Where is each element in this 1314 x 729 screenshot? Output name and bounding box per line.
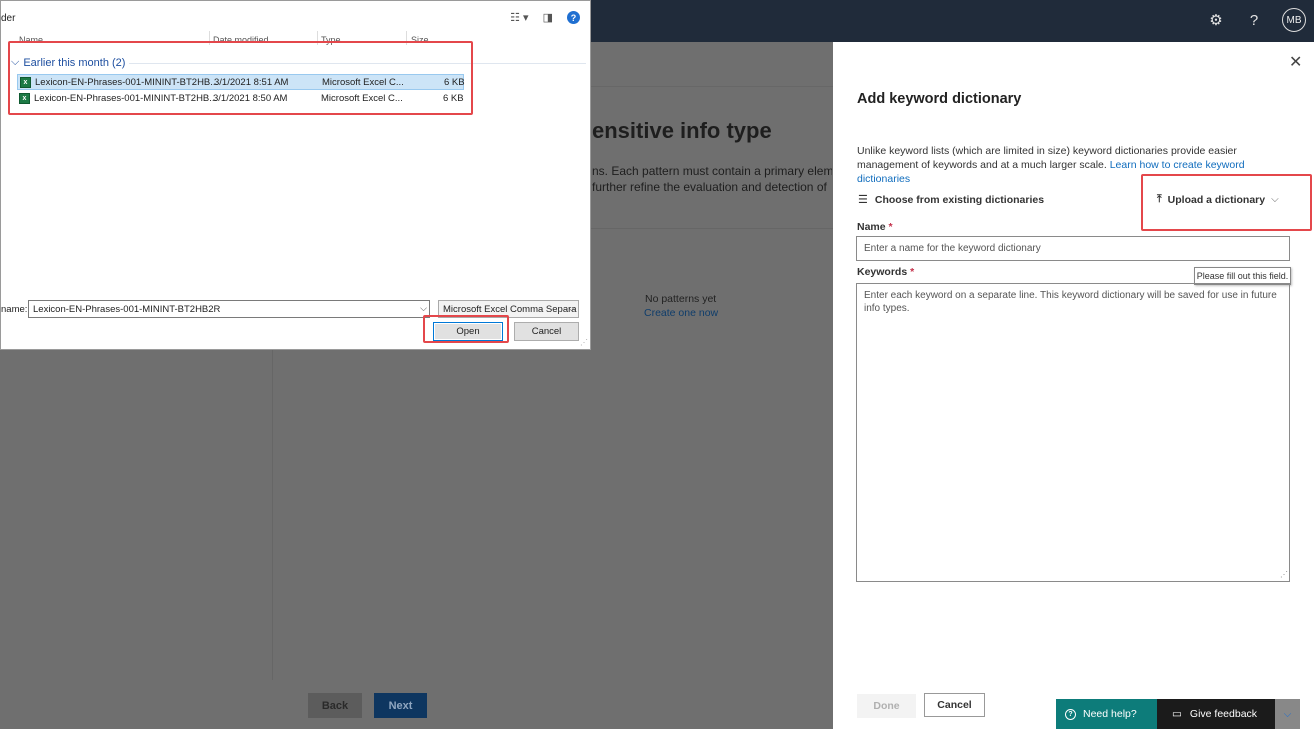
description-line-2: further refine the evaluation and detect…: [592, 180, 827, 194]
keywords-placeholder: Enter each keyword on a separate line. T…: [864, 290, 1277, 314]
chevron-down-icon: ⌵: [568, 303, 575, 313]
required-marker: *: [888, 221, 893, 233]
cancel-button[interactable]: Cancel: [514, 322, 579, 341]
question-icon[interactable]: ?: [1244, 12, 1264, 29]
page-description: ns. Each pattern must contain a primary …: [592, 163, 832, 195]
next-button[interactable]: Next: [374, 693, 427, 718]
avatar[interactable]: MB: [1282, 8, 1306, 32]
give-feedback-button[interactable]: ▭ Give feedback: [1157, 699, 1275, 729]
need-help-button[interactable]: ? Need help?: [1056, 699, 1157, 729]
list-icon: ☰: [858, 194, 868, 206]
dialog-toolbar: ☷ ▾ ◨ ?: [510, 11, 580, 24]
file-name-value: Lexicon-EN-Phrases-001-MININT-BT2HB2R: [33, 304, 221, 315]
resize-grip-icon[interactable]: ⋰: [580, 338, 588, 347]
choose-existing-dictionaries-button[interactable]: ☰ Choose from existing dictionaries: [858, 193, 1045, 207]
chevron-down-icon[interactable]: ⌵: [1275, 699, 1300, 729]
need-help-label: Need help?: [1083, 708, 1137, 720]
description-line-1: ns. Each pattern must contain a primary …: [592, 164, 832, 178]
page-title: ensitive info type: [592, 118, 772, 143]
question-circle-icon: ?: [1065, 708, 1076, 720]
folder-label: der: [1, 13, 16, 24]
cancel-button[interactable]: Cancel: [924, 693, 985, 717]
panel-title: Add keyword dictionary: [857, 91, 1022, 107]
back-button[interactable]: Back: [308, 693, 362, 718]
keywords-textarea[interactable]: Enter each keyword on a separate line. T…: [856, 283, 1290, 582]
required-marker: *: [910, 266, 915, 278]
highlight-file-list: [8, 41, 473, 115]
add-keyword-dictionary-panel: ✕ Add keyword dictionary Unlike keyword …: [833, 42, 1314, 729]
dictionary-name-input[interactable]: Enter a name for the keyword dictionary: [856, 236, 1290, 261]
feedback-label: Give feedback: [1189, 708, 1258, 720]
resize-handle-icon[interactable]: ⋰: [1280, 568, 1288, 581]
file-type-value: Microsoft Excel Comma Separa: [443, 304, 577, 315]
file-name-input[interactable]: Lexicon-EN-Phrases-001-MININT-BT2HB2R ⌵: [28, 300, 430, 318]
chevron-down-icon[interactable]: ⌵: [420, 303, 427, 314]
highlight-upload-dictionary: [1141, 174, 1312, 231]
name-label-text: Name: [857, 221, 886, 233]
keywords-label-text: Keywords: [857, 266, 908, 278]
choose-label: Choose from existing dictionaries: [874, 193, 1045, 206]
create-pattern-link[interactable]: Create one now: [644, 307, 718, 319]
close-icon[interactable]: ✕: [1289, 52, 1302, 72]
highlight-open-button: [423, 315, 509, 343]
help-icon[interactable]: ?: [567, 11, 580, 24]
view-options-icon[interactable]: ☷ ▾: [510, 11, 528, 24]
done-button[interactable]: Done: [857, 694, 916, 718]
keywords-label: Keywords *: [857, 266, 914, 278]
name-label: Name *: [857, 221, 893, 233]
empty-state-text: No patterns yet: [645, 293, 717, 305]
file-name-label: name:: [1, 304, 28, 315]
preview-pane-icon[interactable]: ◨: [543, 11, 553, 24]
feedback-icon: ▭: [1172, 708, 1182, 720]
top-bar-actions: ⚙ ? MB: [1206, 8, 1306, 32]
gear-icon[interactable]: ⚙: [1206, 11, 1226, 29]
